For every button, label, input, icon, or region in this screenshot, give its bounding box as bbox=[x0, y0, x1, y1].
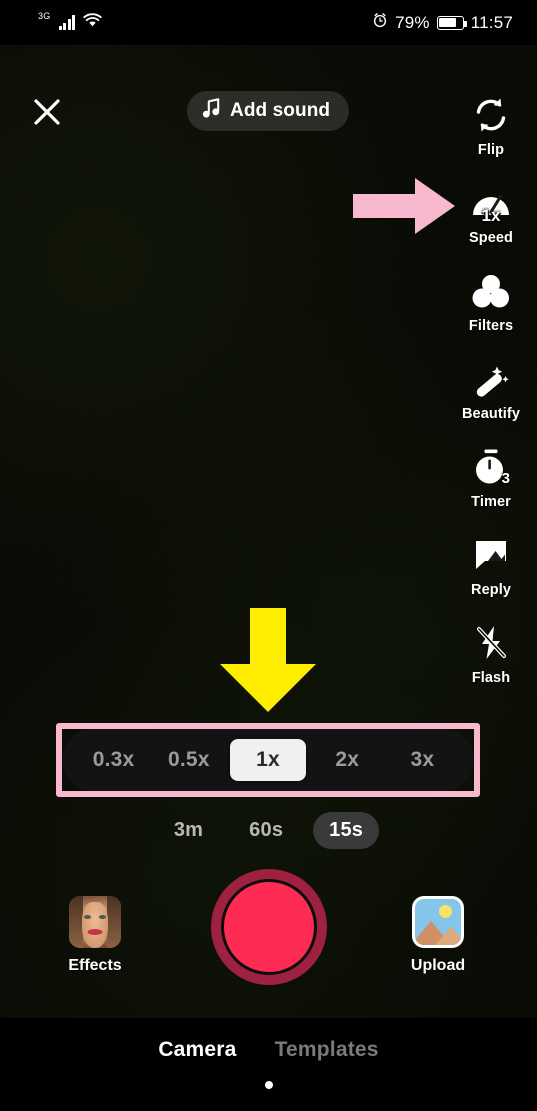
reply-icon bbox=[467, 534, 515, 576]
alarm-icon bbox=[372, 12, 388, 33]
speedometer-icon: 1x bbox=[467, 182, 515, 225]
network-type-label: 3G bbox=[38, 11, 51, 21]
pink-right-arrow-annotation bbox=[353, 178, 455, 234]
tab-camera[interactable]: Camera bbox=[158, 1038, 236, 1062]
duration-option-60s[interactable]: 60s bbox=[233, 812, 299, 849]
pink-highlight-box-annotation bbox=[56, 723, 480, 797]
tool-timer-value: 3 bbox=[501, 470, 510, 487]
flip-camera-icon bbox=[467, 94, 515, 136]
bottom-tab-bar: Camera Templates bbox=[0, 1018, 537, 1111]
flash-off-icon bbox=[467, 622, 515, 664]
music-note-icon bbox=[202, 98, 221, 124]
add-sound-button[interactable]: Add sound bbox=[187, 91, 350, 131]
bottom-tabs: Camera Templates bbox=[0, 1018, 537, 1062]
tool-filters[interactable]: Filters bbox=[445, 266, 537, 354]
tool-beautify-label: Beautify bbox=[461, 406, 520, 422]
tab-templates[interactable]: Templates bbox=[275, 1038, 379, 1062]
magic-wand-icon bbox=[467, 358, 515, 400]
tool-filters-label: Filters bbox=[468, 318, 514, 334]
tool-speed[interactable]: 1x Speed bbox=[445, 178, 537, 266]
duration-option-3m[interactable]: 3m bbox=[158, 812, 219, 849]
duration-selector[interactable]: 3m 60s 15s bbox=[0, 808, 537, 852]
photo-thumbnail-icon bbox=[412, 896, 464, 948]
effects-button[interactable]: Effects bbox=[53, 896, 137, 975]
close-button[interactable] bbox=[28, 93, 66, 131]
tool-speed-label: Speed bbox=[468, 230, 513, 246]
tool-rail: Flip 1x Speed Filters Beautify 3 Timer R… bbox=[445, 90, 537, 706]
upload-label: Upload bbox=[410, 957, 466, 974]
wifi-icon bbox=[83, 12, 102, 33]
status-bar-right: 79% 11:57 bbox=[372, 0, 513, 45]
tool-timer[interactable]: 3 Timer bbox=[445, 442, 537, 530]
status-bar-left: 3G bbox=[38, 0, 102, 45]
record-button-inner bbox=[220, 879, 317, 975]
home-indicator-dot bbox=[264, 1081, 273, 1089]
tool-flash[interactable]: Flash bbox=[445, 618, 537, 706]
battery-percent-label: 79% bbox=[395, 12, 430, 32]
tool-timer-label: Timer bbox=[471, 494, 511, 510]
upload-button[interactable]: Upload bbox=[396, 896, 480, 975]
tiktok-camera-screen: 3G 79% 11:57 Add sound Flip 1x Speed Fil… bbox=[0, 0, 537, 1111]
stopwatch-icon: 3 bbox=[467, 446, 515, 488]
effects-label: Effects bbox=[68, 957, 122, 974]
record-button[interactable] bbox=[210, 869, 327, 985]
tool-flip[interactable]: Flip bbox=[445, 90, 537, 178]
tool-reply[interactable]: Reply bbox=[445, 530, 537, 618]
battery-icon bbox=[436, 15, 467, 30]
tool-flip-label: Flip bbox=[477, 142, 505, 158]
tool-speed-value: 1x bbox=[481, 206, 501, 225]
clock-label: 11:57 bbox=[470, 12, 513, 32]
filters-icon bbox=[467, 270, 515, 312]
status-bar: 3G 79% 11:57 bbox=[0, 0, 537, 45]
add-sound-label: Add sound bbox=[230, 100, 331, 121]
tool-reply-label: Reply bbox=[471, 582, 511, 598]
close-icon bbox=[34, 99, 60, 125]
signal-bars-icon bbox=[58, 15, 76, 30]
yellow-down-arrow-annotation bbox=[220, 608, 316, 712]
tool-flash-label: Flash bbox=[471, 670, 511, 686]
effects-face-thumbnail-icon bbox=[69, 896, 121, 948]
tool-beautify[interactable]: Beautify bbox=[445, 354, 537, 442]
duration-option-15s[interactable]: 15s bbox=[313, 811, 380, 849]
